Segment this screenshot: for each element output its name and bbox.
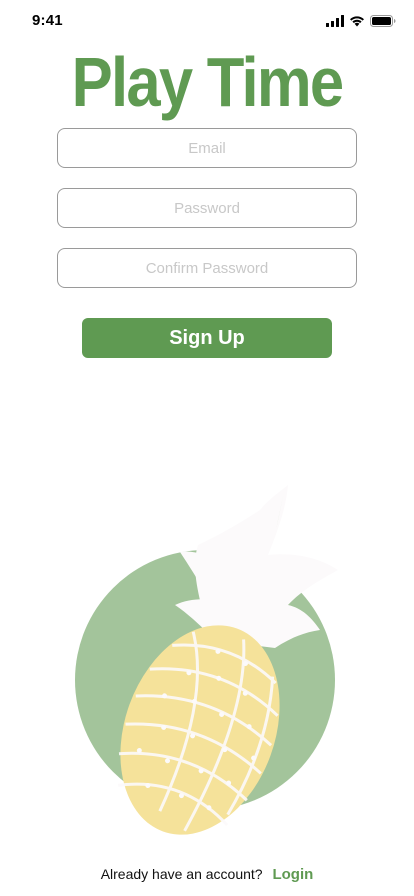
signal-icon [326,15,344,27]
footer: Already have an account? Login [0,866,414,883]
password-field[interactable] [57,188,357,228]
login-link[interactable]: Login [272,866,313,883]
app-title: Play Time [71,43,344,121]
email-field[interactable] [57,128,357,168]
login-prompt: Already have an account? [100,866,263,882]
pineapple-illustration [75,485,338,835]
wifi-icon [350,16,364,27]
status-bar: 9:41 [0,0,414,44]
signup-screen: 9:41 Play Time Sign Up [0,0,414,896]
confirm-password-field[interactable] [57,248,357,288]
signup-button[interactable]: Sign Up [82,318,332,358]
battery-icon [370,15,396,27]
status-time: 9:41 [32,12,63,29]
status-icons [326,15,396,27]
